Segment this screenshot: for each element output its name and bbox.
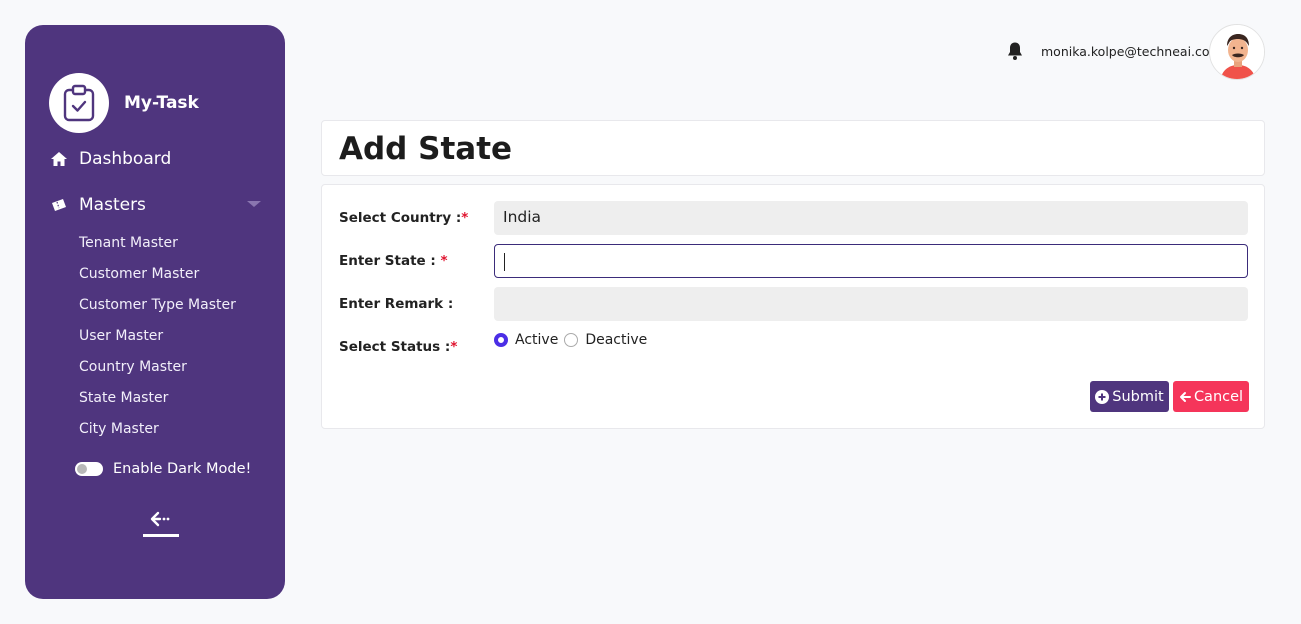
brand-name: My-Task — [124, 93, 199, 113]
sidebar-item-customer-master[interactable]: Customer Master — [79, 263, 236, 294]
submit-button[interactable]: Submit — [1090, 381, 1169, 412]
status-label: Select Status :* — [339, 339, 457, 355]
dark-mode-label: Enable Dark Mode! — [113, 461, 252, 477]
plus-circle-icon — [1095, 389, 1110, 404]
chevron-down-icon[interactable] — [247, 201, 261, 207]
status-option-label[interactable]: Active — [515, 332, 558, 348]
status-radio-deactive[interactable] — [564, 333, 579, 347]
required-mark: * — [450, 339, 458, 355]
page-title: Add State — [339, 131, 513, 167]
status-radio-group: Active Deactive — [494, 332, 653, 348]
status-radio-active[interactable] — [494, 333, 508, 347]
country-label: Select Country :* — [339, 210, 468, 226]
cancel-button[interactable]: Cancel — [1173, 381, 1249, 412]
sidebar-item-state-master[interactable]: State Master — [79, 387, 236, 418]
sidebar: My-Task Dashboard Masters Tenant Master … — [25, 25, 285, 599]
status-label-text: Select Status : — [339, 339, 451, 355]
remark-label: Enter Remark : — [339, 296, 454, 312]
required-mark: * — [461, 210, 469, 226]
sidebar-item-masters[interactable]: Masters — [49, 195, 261, 215]
state-input[interactable] — [494, 244, 1248, 278]
sidebar-item-label: Dashboard — [79, 149, 172, 169]
sidebar-item-dashboard[interactable]: Dashboard — [49, 149, 171, 169]
status-option-label[interactable]: Deactive — [585, 332, 647, 348]
remark-input[interactable] — [494, 287, 1248, 321]
avatar[interactable] — [1209, 24, 1265, 80]
page-title-card: Add State — [321, 120, 1265, 176]
dark-mode-toggle-row: Enable Dark Mode! — [75, 461, 251, 477]
sidebar-item-country-master[interactable]: Country Master — [79, 356, 236, 387]
collapse-sidebar-icon[interactable] — [143, 509, 179, 539]
state-label-text: Enter State : — [339, 253, 441, 269]
clipboard-check-icon — [49, 73, 109, 133]
sidebar-item-city-master[interactable]: City Master — [79, 418, 236, 449]
dark-mode-toggle[interactable] — [75, 462, 103, 476]
ticket-icon — [49, 195, 69, 215]
brand[interactable]: My-Task — [49, 73, 199, 133]
sidebar-item-label: Masters — [79, 195, 146, 215]
country-select[interactable]: India — [494, 201, 1248, 235]
home-icon — [49, 149, 69, 169]
user-email[interactable]: monika.kolpe@techneai.com — [1041, 44, 1222, 59]
add-state-form: Select Country :* India Enter State : * … — [321, 184, 1265, 429]
sidebar-item-customer-type-master[interactable]: Customer Type Master — [79, 294, 236, 325]
submit-label: Submit — [1112, 388, 1164, 405]
masters-submenu: Tenant Master Customer Master Customer T… — [79, 232, 236, 449]
sidebar-item-tenant-master[interactable]: Tenant Master — [79, 232, 236, 263]
cancel-label: Cancel — [1193, 388, 1244, 405]
arrow-left-icon — [1179, 391, 1191, 403]
state-label: Enter State : * — [339, 253, 448, 269]
country-label-text: Select Country : — [339, 210, 462, 226]
bell-icon[interactable] — [1006, 41, 1024, 61]
text-cursor — [504, 252, 505, 271]
required-mark: * — [440, 253, 448, 269]
collapse-underline — [143, 534, 179, 537]
sidebar-item-user-master[interactable]: User Master — [79, 325, 236, 356]
